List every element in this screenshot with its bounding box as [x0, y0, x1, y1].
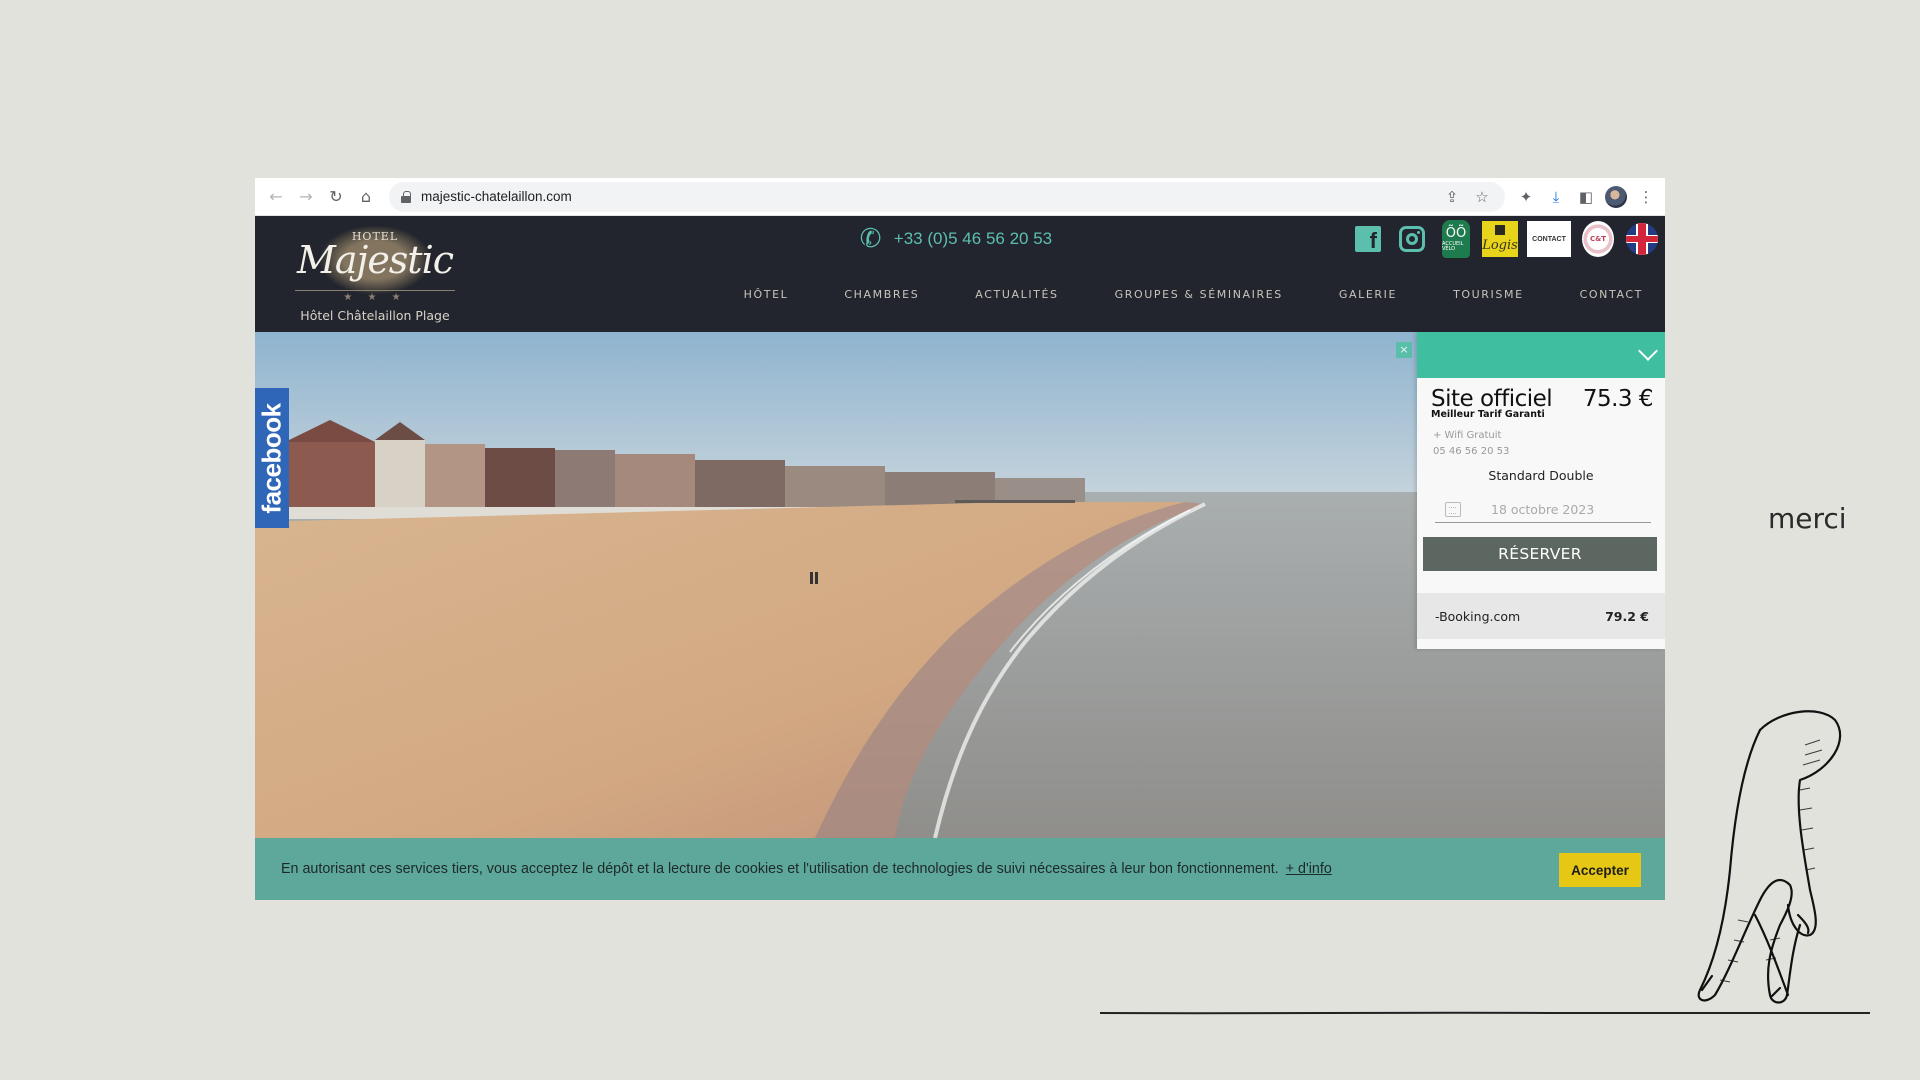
instagram-icon [1399, 226, 1425, 252]
logo-divider [295, 290, 455, 291]
main-navigation: HÔTEL CHAMBRES ACTUALITÉS GROUPES & SÉMI… [744, 288, 1643, 301]
chevron-down-icon [1638, 341, 1658, 361]
contact-hotel-badge: CONTACT [1527, 221, 1571, 257]
hotel-logo[interactable]: HOTEL Majestic ★ ★ ★ Hôtel Châtelaillon … [285, 224, 465, 328]
booking-wifi-note: + Wifi Gratuit [1433, 430, 1502, 441]
share-icon[interactable]: ⇪ [1439, 184, 1465, 210]
accueil-velo-link[interactable]: ÕÕ ACCUEIL VÉLO [1439, 220, 1473, 258]
language-switch[interactable] [1625, 220, 1659, 258]
booking-date-field[interactable]: 18 octobre 2023 [1435, 497, 1651, 523]
booking-room-type: Standard Double [1488, 468, 1594, 483]
social-badges: f ÕÕ ACCUEIL VÉLO Logis CONTACT C&T [1351, 220, 1659, 258]
forward-arrow-icon[interactable]: → [291, 182, 321, 212]
accueil-velo-badge: ÕÕ ACCUEIL VÉLO [1442, 220, 1470, 258]
booking-collapse-toggle[interactable] [1417, 332, 1665, 378]
logo-subtitle: Hôtel Châtelaillon Plage [300, 308, 450, 323]
reserve-button[interactable]: RÉSERVER [1423, 537, 1657, 571]
booking-comparison-row[interactable]: -Booking.com 79.2 € [1417, 593, 1665, 639]
nav-tourisme[interactable]: TOURISME [1453, 288, 1524, 301]
logis-link[interactable]: Logis [1482, 220, 1518, 258]
browser-window: ← → ↻ ⌂ majestic-chatelaillon.com ⇪ ☆ ✦ … [255, 178, 1665, 900]
extensions-icon[interactable]: ✦ [1513, 184, 1539, 210]
nav-groupes-seminaires[interactable]: GROUPES & SÉMINAIRES [1115, 288, 1283, 301]
cookie-banner: En autorisant ces services tiers, vous a… [255, 838, 1665, 900]
site-header: HOTEL Majestic ★ ★ ★ Hôtel Châtelaillon … [255, 216, 1665, 332]
download-icon[interactable]: ⤓ [1543, 184, 1569, 210]
cot-label-badge: C&T [1582, 221, 1614, 257]
contact-hotel-link[interactable]: CONTACT [1527, 220, 1571, 258]
booking-date-value: 18 octobre 2023 [1491, 502, 1595, 517]
back-arrow-icon[interactable]: ← [261, 182, 291, 212]
star-icon[interactable]: ☆ [1469, 184, 1495, 210]
address-bar[interactable]: majestic-chatelaillon.com ⇪ ☆ [389, 181, 1505, 212]
cot-link[interactable]: C&T [1581, 220, 1615, 258]
logo-stars: ★ ★ ★ [343, 292, 407, 303]
facebook-icon: f [1355, 226, 1381, 252]
lock-icon[interactable] [401, 190, 411, 203]
ground-line [1100, 1011, 1870, 1015]
nav-chambres[interactable]: CHAMBRES [844, 288, 919, 301]
phone-icon: ✆ [857, 222, 885, 256]
booking-phone: 05 46 56 20 53 [1433, 446, 1510, 457]
home-icon[interactable]: ⌂ [351, 182, 381, 212]
nav-contact[interactable]: CONTACT [1580, 288, 1643, 301]
phone-number[interactable]: +33 (0)5 46 56 20 53 [894, 229, 1052, 249]
comparison-price: 79.2 € [1605, 608, 1649, 624]
cookie-more-info-link[interactable]: + d'info [1286, 861, 1332, 877]
instagram-link[interactable] [1395, 220, 1429, 258]
walking-fingers-illustration [1697, 710, 1842, 1004]
booking-price: 75.3 € [1582, 386, 1654, 412]
facebook-link[interactable]: f [1351, 220, 1385, 258]
logo-brand-name: Majestic [296, 238, 454, 282]
nav-hotel[interactable]: HÔTEL [744, 288, 789, 301]
nav-actualites[interactable]: ACTUALITÉS [975, 288, 1058, 301]
phone-link[interactable]: ✆ +33 (0)5 46 56 20 53 [857, 222, 1053, 256]
url-text[interactable]: majestic-chatelaillon.com [421, 189, 572, 204]
accept-cookies-button[interactable]: Accepter [1559, 853, 1641, 887]
facebook-tab-label: facebook [256, 402, 287, 514]
more-menu-icon[interactable]: ⋮ [1633, 184, 1659, 210]
reload-icon[interactable]: ↻ [321, 182, 351, 212]
facebook-side-tab[interactable]: facebook [255, 388, 289, 528]
slide-caption: merci [1768, 502, 1847, 535]
booking-widget: Site officiel 75.3 € Meilleur Tarif Gara… [1417, 332, 1665, 649]
logis-badge: Logis [1482, 221, 1518, 257]
close-icon[interactable]: × [1396, 342, 1412, 358]
profile-avatar[interactable] [1603, 184, 1629, 210]
nav-galerie[interactable]: GALERIE [1339, 288, 1397, 301]
cookie-text: En autorisant ces services tiers, vous a… [281, 861, 1279, 877]
calendar-icon [1445, 502, 1461, 517]
browser-toolbar: ← → ↻ ⌂ majestic-chatelaillon.com ⇪ ☆ ✦ … [255, 178, 1665, 216]
comparison-site: -Booking.com [1435, 608, 1521, 624]
english-flag-icon [1626, 223, 1658, 255]
sidepanel-icon[interactable]: ◧ [1573, 184, 1599, 210]
